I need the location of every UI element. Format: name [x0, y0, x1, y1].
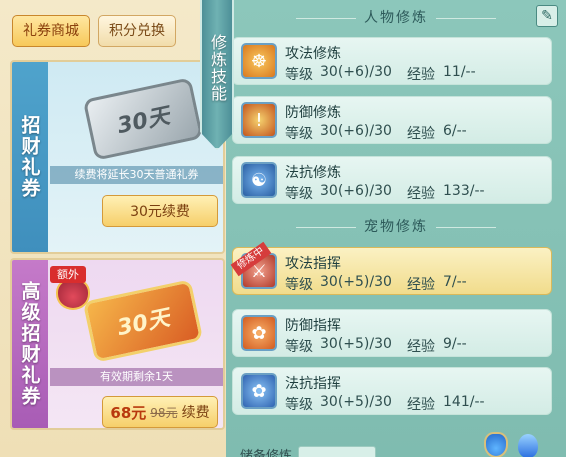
exp-label: 经验: [407, 397, 435, 413]
level-label: 等级: [285, 126, 313, 142]
tab-points-exchange[interactable]: 积分兑换: [98, 15, 176, 47]
extra-badge: 额外: [50, 266, 86, 283]
renew-button[interactable]: 30元续费: [102, 195, 218, 227]
skill-name: 防御指挥: [285, 318, 341, 334]
exp-value: 11/--: [443, 64, 476, 80]
level-value: 30(+5)/30: [320, 336, 392, 352]
skill-name: 攻法指挥: [285, 256, 341, 272]
tab-voucher-mall[interactable]: 礼券商城: [12, 15, 90, 47]
level-value: 30(+5)/30: [320, 394, 392, 410]
skill-name: 攻法修炼: [285, 46, 341, 62]
level-label: 等级: [285, 67, 313, 83]
skill-row-defense[interactable]: ! 防御修炼 等级 30(+6)/30 经验 6/--: [232, 96, 552, 144]
exp-label: 经验: [407, 186, 435, 202]
card-body: 30天 有效期剩余1天 68元 98元 续费: [50, 260, 223, 428]
paw-shield-icon: ✿: [241, 315, 277, 351]
exp-label: 经验: [407, 277, 435, 293]
premium-voucher-card: 高级招财礼券 30天 有效期剩余1天 68元 98元 续费: [10, 258, 225, 430]
level-value: 30(+6)/30: [320, 64, 392, 80]
skill-name: 法抗修炼: [285, 165, 341, 181]
yin-yang-icon: ☯: [241, 162, 277, 198]
paw-magic-icon: ✿: [241, 373, 277, 409]
skill-row-magic-resist[interactable]: ☯ 法抗修炼 等级 30(+6)/30 经验 133/--: [232, 156, 552, 204]
exp-value: 6/--: [443, 123, 467, 139]
card-note: 续费将延长30天普通礼券: [50, 166, 223, 184]
ticket-30-day-icon: 30天: [82, 77, 204, 161]
skills-panel: 人物修炼 ✎ ☸ 攻法修炼 等级 30(+6)/30 经验 11/-- ! 防御…: [226, 0, 566, 457]
ticket-30-day-icon: 30天: [82, 279, 204, 363]
potion-icon[interactable]: [484, 432, 508, 457]
skill-name: 法抗指挥: [285, 376, 341, 392]
card-title: 招财礼券: [18, 115, 41, 199]
exp-label: 经验: [407, 67, 435, 83]
level-label: 等级: [285, 397, 313, 413]
price-new: 68元: [110, 403, 147, 422]
shop-panel: 礼券商城 积分兑换 招财礼券 30天 续费将延长30天普通礼券 30元续费 高级…: [0, 0, 232, 457]
level-value: 30(+6)/30: [320, 183, 392, 199]
exp-value: 141/--: [443, 394, 485, 410]
reserve-label: 储备修炼: [240, 449, 293, 457]
skill-row-resist-command[interactable]: ✿ 法抗指挥 等级 30(+5)/30 经验 141/--: [232, 367, 552, 415]
level-value: 30(+6)/30: [320, 123, 392, 139]
level-label: 等级: [285, 339, 313, 355]
skill-banner: 修炼技能: [200, 0, 234, 150]
skill-row-defense-command[interactable]: ✿ 防御指挥 等级 30(+5)/30 经验 9/--: [232, 309, 552, 357]
premium-renew-button[interactable]: 68元 98元 续费: [102, 396, 218, 428]
flame-icon[interactable]: [518, 434, 538, 457]
skill-row-attack-command[interactable]: 修炼中 ⚔ 攻法指挥 等级 30(+5)/30 经验 7/--: [230, 241, 552, 295]
meditation-icon: ☸: [241, 43, 277, 79]
edit-icon[interactable]: ✎: [536, 5, 558, 27]
exp-value: 9/--: [443, 336, 467, 352]
card-side: 高级招财礼券: [12, 260, 48, 428]
exp-value: 7/--: [443, 274, 467, 290]
banner-title: 修炼技能: [208, 34, 227, 102]
shop-tabs: 礼券商城 积分兑换: [12, 15, 176, 47]
fortune-voucher-card: 招财礼券 30天 续费将延长30天普通礼券 30元续费: [10, 60, 225, 254]
level-label: 等级: [285, 277, 313, 293]
card-body: 30天 续费将延长30天普通礼券 30元续费: [50, 62, 223, 252]
section-header-person: 人物修炼: [226, 7, 566, 27]
level-value: 30(+5)/30: [320, 274, 392, 290]
price-old: 98元: [150, 405, 178, 420]
renew-label: 续费: [181, 405, 210, 421]
skill-name: 防御修炼: [285, 105, 341, 121]
exp-label: 经验: [407, 126, 435, 142]
section-header-pet: 宠物修炼: [226, 216, 566, 236]
exp-label: 经验: [407, 339, 435, 355]
card-side: 招财礼券: [12, 62, 48, 252]
skill-row-attack-magic[interactable]: ☸ 攻法修炼 等级 30(+6)/30 经验 11/--: [232, 37, 552, 85]
card-title: 高级招财礼券: [18, 281, 41, 407]
reserve-field[interactable]: [298, 446, 376, 457]
level-label: 等级: [285, 186, 313, 202]
shield-icon: !: [241, 102, 277, 138]
exp-value: 133/--: [443, 183, 485, 199]
card-note: 有效期剩余1天: [50, 368, 223, 386]
renew-button-label: 30元续费: [130, 204, 190, 220]
